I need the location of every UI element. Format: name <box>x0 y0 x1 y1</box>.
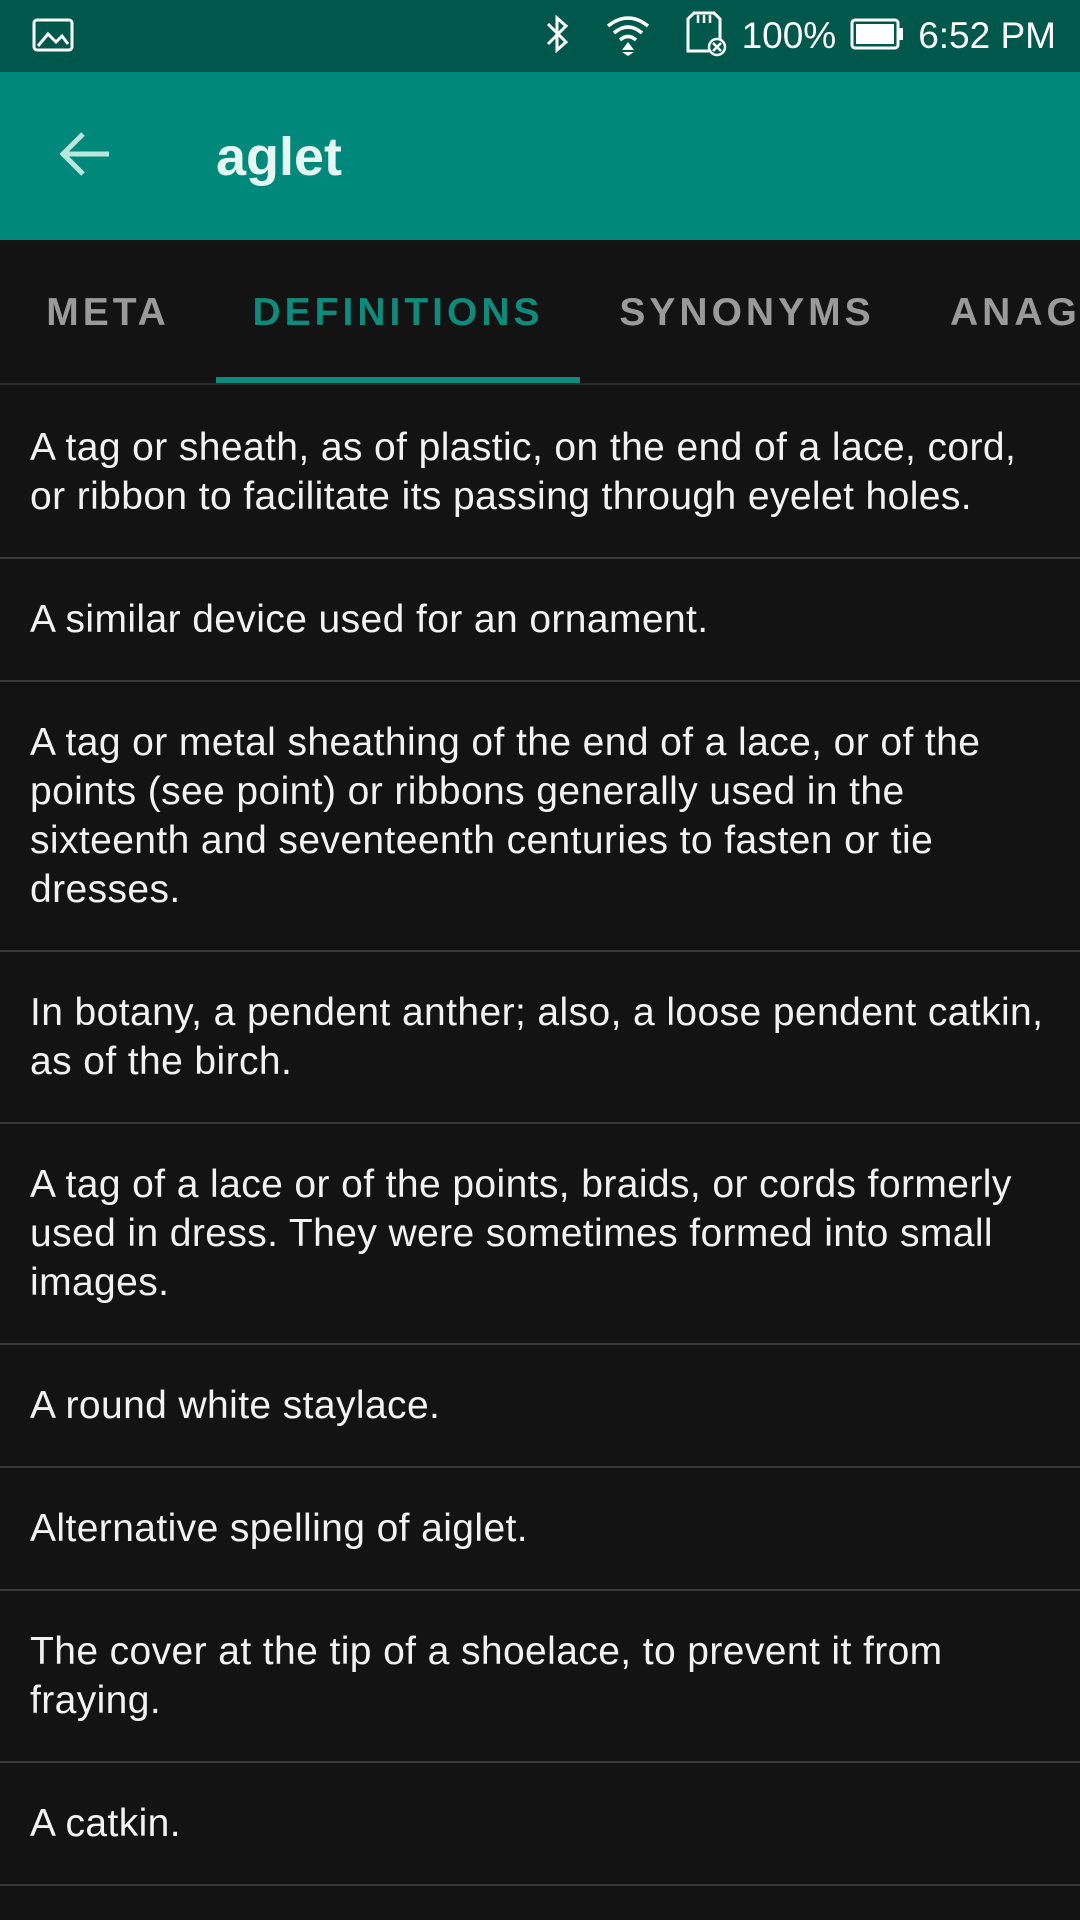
page-title: aglet <box>216 127 343 187</box>
battery-icon <box>850 17 904 56</box>
clock: 6:52 PM <box>918 15 1056 56</box>
battery-percent: 100% <box>741 15 837 56</box>
app-bar: aglet <box>0 72 1080 240</box>
list-item[interactable]: A tag or sheath, as of plastic, on the e… <box>0 387 1080 559</box>
definitions-list: A tag or sheath, as of plastic, on the e… <box>0 387 1080 1886</box>
list-item[interactable]: A tag or metal sheathing of the end of a… <box>0 682 1080 952</box>
wifi-icon <box>604 12 652 61</box>
list-item[interactable]: A similar device used for an ornament. <box>0 559 1080 682</box>
sd-card-icon <box>684 11 728 62</box>
list-item[interactable]: A tag of a lace or of the points, braids… <box>0 1124 1080 1345</box>
back-button[interactable] <box>50 124 120 188</box>
list-item[interactable]: In botany, a pendent anther; also, a loo… <box>0 952 1080 1124</box>
tab-definitions[interactable]: DEFINITIONS <box>216 240 580 383</box>
tab-meta[interactable]: META <box>0 240 216 383</box>
list-item[interactable]: A catkin. <box>0 1763 1080 1886</box>
status-bar: 100% 6:52 PM <box>0 0 1080 72</box>
tab-anagrams[interactable]: ANAG <box>914 240 1080 383</box>
list-item[interactable]: A round white staylace. <box>0 1345 1080 1468</box>
tab-synonyms[interactable]: SYNONYMS <box>580 240 914 383</box>
tab-bar: META DEFINITIONS SYNONYMS ANAG <box>0 240 1080 385</box>
arrow-left-icon <box>57 129 113 184</box>
list-item[interactable]: Alternative spelling of aiglet. <box>0 1468 1080 1591</box>
bluetooth-icon <box>542 12 572 61</box>
list-item[interactable]: The cover at the tip of a shoelace, to p… <box>0 1591 1080 1763</box>
active-tab-indicator <box>216 377 580 383</box>
image-icon <box>32 18 74 54</box>
